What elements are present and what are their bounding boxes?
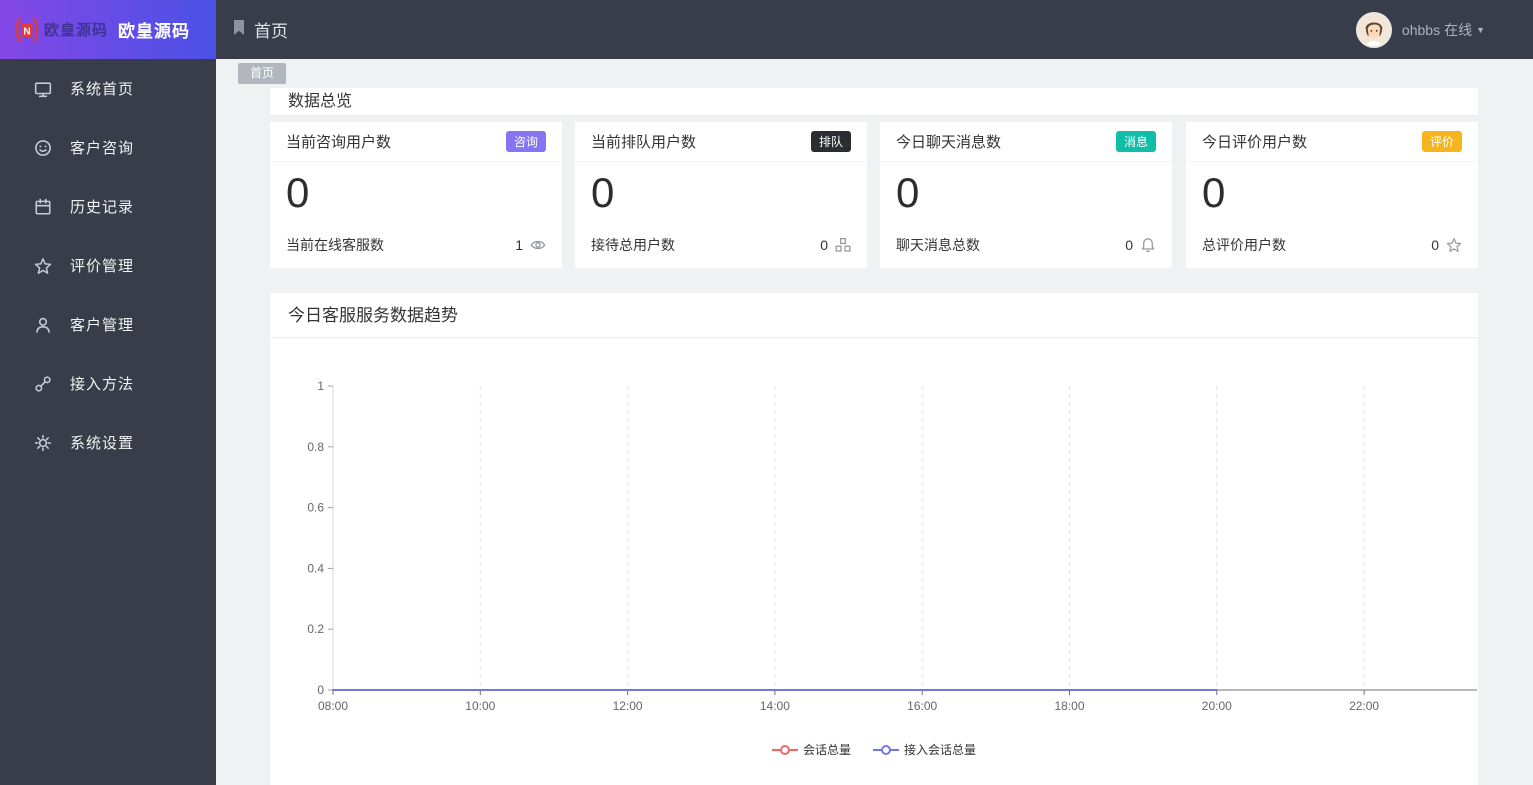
avatar[interactable] — [1355, 11, 1392, 48]
brand-title: 欧皇源码 — [118, 22, 191, 41]
trend-chart: 0 0.2 0.4 0.6 0.8 1 08:00 10:00 12:00 14:00 16:00 1… — [307, 379, 1477, 713]
sidebar-label: 系统首页 — [70, 81, 135, 98]
stat-value: 0 — [896, 169, 920, 216]
status-badge: 消息 — [1115, 131, 1156, 152]
svg-text:18:00: 18:00 — [1054, 699, 1084, 713]
stat-sub-value: 0 — [1431, 237, 1439, 253]
svg-text:16:00: 16:00 — [907, 699, 937, 713]
topbar: N 欧皇源码 欧皇源码 首页 ohbbs 在线 ▼ — [0, 0, 1533, 59]
svg-text:0.4: 0.4 — [307, 561, 324, 575]
svg-text:08:00: 08:00 — [318, 699, 348, 713]
monitor-icon — [34, 81, 52, 97]
trend-chart-card: 今日客服服务数据趋势 0 0.2 0.4 0.6 0.8 1 08:00 10:00 12:00… — [270, 293, 1478, 785]
sidebar-item-history[interactable]: 历史记录 — [0, 177, 216, 236]
stat-sub-value: 0 — [820, 237, 828, 253]
stat-value: 0 — [591, 169, 615, 216]
sidebar-item-ratings[interactable]: 评价管理 — [0, 236, 216, 295]
star-icon — [34, 257, 52, 274]
status-badge: 评价 — [1421, 131, 1462, 152]
chart-legend: 会话总量 接入会话总量 — [270, 741, 1478, 758]
svg-text:1: 1 — [317, 379, 324, 393]
svg-text:12:00: 12:00 — [613, 699, 643, 713]
sidebar-item-customers[interactable]: 客户管理 — [0, 295, 216, 354]
sidebar-label: 评价管理 — [70, 258, 135, 275]
svg-text:22:00: 22:00 — [1349, 699, 1379, 713]
username: ohbbs — [1401, 21, 1441, 38]
legend-item[interactable]: 会话总量 — [771, 741, 851, 758]
logo-text: 欧皇源码 — [44, 22, 109, 39]
chevron-down-icon: ▼ — [1476, 24, 1485, 35]
stat-sub-label: 接待总用户数 — [591, 237, 675, 253]
legend-item[interactable]: 接入会话总量 — [873, 741, 976, 758]
legend-label: 会话总量 — [802, 743, 851, 757]
sidebar-item-consult[interactable]: 客户咨询 — [0, 118, 216, 177]
stat-card-queue: 当前排队用户数 排队 0 接待总用户数 0 — [575, 122, 867, 268]
stat-sub-label: 总评价用户数 — [1202, 237, 1286, 253]
stat-value: 0 — [286, 169, 310, 216]
sidebar-label: 客户咨询 — [70, 140, 135, 157]
stat-title: 当前咨询用户数 — [286, 134, 392, 151]
eye-icon — [530, 240, 546, 250]
svg-text:0.8: 0.8 — [307, 440, 324, 454]
sidebar-item-integration[interactable]: 接入方法 — [0, 354, 216, 413]
sidebar-item-settings[interactable]: 系统设置 — [0, 413, 216, 472]
bookmark-icon — [232, 19, 246, 41]
stat-card-ratings: 今日评价用户数 评价 0 总评价用户数 0 — [1186, 122, 1478, 268]
link-icon — [35, 375, 51, 392]
sidebar-label: 系统设置 — [70, 435, 135, 452]
legend-marker-icon — [771, 744, 798, 755]
stat-sub-value: 0 — [1125, 237, 1133, 253]
logo-n-icon: N — [12, 15, 42, 45]
calendar-icon — [35, 198, 51, 215]
stat-title: 今日评价用户数 — [1202, 134, 1308, 151]
stat-title: 今日聊天消息数 — [896, 134, 1002, 151]
legend-label: 接入会话总量 — [904, 743, 977, 757]
breadcrumb-home[interactable]: 首页 — [232, 0, 288, 59]
status-badge: 咨询 — [505, 131, 546, 152]
star-icon — [1446, 238, 1462, 252]
sidebar-item-home[interactable]: 系统首页 — [0, 59, 216, 118]
sidebar-label: 历史记录 — [70, 199, 135, 216]
stat-card-messages: 今日聊天消息数 消息 0 聊天消息总数 0 — [880, 122, 1172, 268]
logo[interactable]: N 欧皇源码 欧皇源码 — [0, 0, 216, 59]
svg-text:20:00: 20:00 — [1202, 699, 1232, 713]
user-menu[interactable]: ohbbs 在线 ▼ — [1355, 0, 1485, 59]
gear-icon — [34, 434, 52, 451]
chart-title: 今日客服服务数据趋势 — [270, 293, 1478, 338]
svg-text:14:00: 14:00 — [760, 699, 790, 713]
group-icon — [835, 237, 851, 252]
stat-sub-value: 1 — [515, 237, 523, 253]
svg-text:N: N — [23, 26, 30, 37]
smiley-icon — [35, 139, 51, 156]
sidebar-label: 接入方法 — [70, 376, 135, 393]
stat-sub-label: 聊天消息总数 — [896, 237, 980, 253]
user-icon — [36, 317, 50, 333]
sidebar-nav: 系统首页 客户咨询 历史记录 评价管理 客户管理 接入方法 系统设置 — [0, 59, 216, 785]
overview-title: 数据总览 — [270, 88, 1478, 116]
sidebar-label: 客户管理 — [70, 317, 135, 334]
svg-text:0: 0 — [317, 683, 324, 697]
online-status: 在线 — [1444, 21, 1473, 38]
svg-text:0.6: 0.6 — [307, 501, 324, 515]
breadcrumb-label: 首页 — [254, 22, 288, 41]
stat-card-consulting: 当前咨询用户数 咨询 0 当前在线客服数 1 — [270, 122, 562, 268]
legend-marker-icon — [873, 744, 899, 755]
bell-icon — [1141, 238, 1155, 253]
stat-title: 当前排队用户数 — [591, 134, 697, 151]
svg-text:10:00: 10:00 — [465, 699, 495, 713]
page: N 欧皇源码 欧皇源码 首页 ohbbs 在线 ▼ 系统首页 客户咨询 历史记录… — [0, 0, 1533, 785]
stat-sub-label: 当前在线客服数 — [286, 237, 384, 253]
stat-value: 0 — [1202, 169, 1226, 216]
username-status[interactable]: ohbbs 在线 ▼ — [1402, 20, 1485, 40]
svg-text:0.2: 0.2 — [307, 622, 324, 636]
status-badge: 排队 — [810, 131, 851, 152]
tab-home[interactable]: 首页 — [238, 63, 287, 84]
